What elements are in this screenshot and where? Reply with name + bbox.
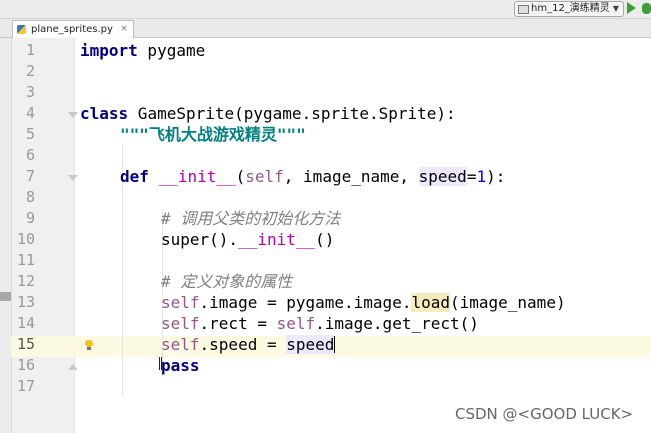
line-number: 16	[16, 356, 35, 374]
code-line-9: # 调用父类的初始化方法	[161, 209, 341, 228]
line-number: 17	[16, 377, 35, 395]
code-line-16: pass	[161, 356, 200, 375]
line-number: 4	[25, 104, 35, 122]
code-line-4: class GameSprite(pygame.sprite.Sprite):	[80, 104, 456, 123]
watermark: CSDN @<GOOD LUCK>	[455, 405, 634, 423]
python-file-icon	[17, 25, 26, 34]
code-line-12: # 定义对象的属性	[161, 272, 293, 291]
line-number: 15	[16, 335, 35, 353]
line-number: 8	[25, 188, 35, 206]
code-line-5: """飞机大战游戏精灵"""	[120, 125, 306, 144]
i-beam-cursor-icon	[159, 357, 162, 370]
close-icon[interactable]: ×	[120, 21, 128, 38]
text-caret	[334, 336, 336, 353]
line-number: 9	[25, 209, 35, 227]
line-number: 14	[16, 314, 35, 332]
line-number: 7	[25, 167, 35, 185]
scroll-marker[interactable]	[0, 292, 11, 301]
code-line-7: def __init__(self, image_name, speed=1):	[120, 167, 506, 186]
navigation-toolbar: hm_12_演练精灵 ▼	[0, 0, 651, 19]
code-line-13: self.image = pygame.image.load(image_nam…	[161, 293, 566, 312]
fold-collapse-icon[interactable]	[68, 112, 78, 118]
line-number: 10	[16, 230, 35, 248]
chevron-down-icon: ▼	[612, 4, 619, 13]
line-number: 12	[16, 272, 35, 290]
line-number: 2	[25, 62, 35, 80]
lightbulb-icon[interactable]	[85, 340, 93, 350]
editor-tab-bar: plane_sprites.py ×	[0, 19, 651, 38]
debug-icon[interactable]	[642, 3, 651, 14]
run-configuration-label: hm_12_演练精灵	[531, 3, 610, 14]
code-line-14: self.rect = self.image.get_rect()	[161, 314, 479, 333]
line-number: 11	[16, 251, 35, 269]
code-line-10: super().__init__()	[161, 230, 335, 249]
line-number: 3	[25, 83, 35, 101]
code-line-1: import pygame	[80, 41, 206, 60]
fold-collapse-icon[interactable]	[68, 175, 78, 181]
line-number: 13	[16, 293, 35, 311]
run-configuration-dropdown[interactable]: hm_12_演练精灵 ▼	[514, 1, 624, 17]
tab-plane-sprites[interactable]: plane_sprites.py ×	[12, 20, 134, 38]
fold-end-icon[interactable]	[68, 364, 78, 370]
python-config-icon	[518, 5, 529, 14]
line-number: 6	[25, 146, 35, 164]
code-line-15: self.speed = speed	[161, 335, 336, 354]
tab-label: plane_sprites.py	[31, 24, 113, 35]
line-number: 5	[25, 125, 35, 143]
line-number: 1	[25, 41, 35, 59]
run-icon[interactable]	[627, 2, 636, 14]
